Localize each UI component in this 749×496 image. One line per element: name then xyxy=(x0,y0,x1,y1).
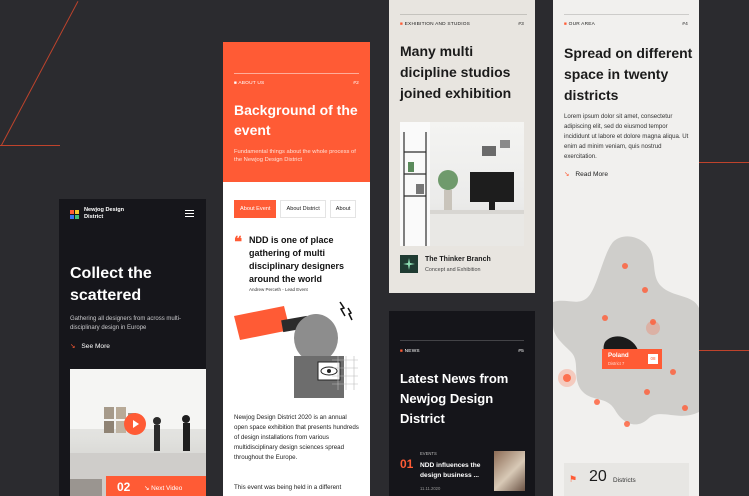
next-video-label: ↘ Next Video xyxy=(144,484,182,492)
quote-text: NDD is one of place gathering of multi d… xyxy=(249,235,345,284)
section-index: #2 xyxy=(353,81,359,86)
europe-map[interactable] xyxy=(553,232,699,442)
studio-name[interactable]: The Thinker Branch xyxy=(425,256,491,263)
see-more-label: See More xyxy=(81,343,110,350)
logo-icon xyxy=(70,209,79,219)
section-label: ■ OUR AREA xyxy=(564,22,595,27)
studio-logo-icon xyxy=(400,255,418,273)
studios-title: Many multi dicipline studios joined exhi… xyxy=(400,43,512,101)
sparkle-icon xyxy=(403,258,415,270)
districts-stat: ⚑ 20 Districts xyxy=(564,463,689,496)
mobile-screen-news: ■ NEWS #5 Latest News from Newjog Design… xyxy=(389,311,535,496)
mobile-screen-studios: ■ EXHIBITION AND STUDIOS #3 Many multi d… xyxy=(389,0,535,293)
map-tooltip-sub: District 7 xyxy=(608,361,625,366)
tab-about[interactable]: About xyxy=(329,200,357,218)
news-item-number: 01 xyxy=(400,457,414,471)
news-item-date: 11.11.2020 xyxy=(420,486,441,491)
mobile-screen-collect: Newjog Design District Collect the scatt… xyxy=(59,199,206,496)
section-label-text: ABOUT US xyxy=(238,81,265,86)
mobile-screen-about: ■ ABOUT US #2 Background of the event Fu… xyxy=(223,42,370,496)
mobile-screen-area: ■ OUR AREA #4 Spread on different space … xyxy=(553,0,699,496)
next-video-text: Next Video xyxy=(151,485,183,492)
quote-block: ❝ NDD is one of place gathering of multi… xyxy=(234,233,362,286)
tab-about-event[interactable]: About Event xyxy=(234,200,277,218)
districts-label: Districts xyxy=(613,477,636,484)
binoculars-illustration xyxy=(234,301,358,398)
next-video-number: 02 xyxy=(117,480,131,494)
about-body: Newjog Design District 2020 is an annual… xyxy=(234,414,359,461)
arrow-down-right-icon: ↘ xyxy=(564,171,570,178)
section-label-text: OUR AREA xyxy=(568,22,596,27)
arrow-down-right-icon: ↘ xyxy=(70,343,76,350)
news-item-thumbnail[interactable] xyxy=(494,451,525,491)
studio-tag: Concept and Exhibition xyxy=(425,267,481,273)
play-icon[interactable] xyxy=(124,413,146,435)
divider xyxy=(400,340,524,341)
read-more-link[interactable]: ↘ Read More xyxy=(564,170,608,178)
area-title: Spread on different space in twenty dist… xyxy=(564,45,693,103)
flag-icon: ⚑ xyxy=(569,474,578,484)
about-title: Background of the event xyxy=(234,102,358,138)
news-item-kicker: EVENTS xyxy=(420,451,437,456)
section-label-text: EXHIBITION AND STUDIOS xyxy=(404,22,471,27)
section-index: #5 xyxy=(518,349,524,354)
news-title: Latest News from Newjog Design District xyxy=(400,371,509,426)
quote-icon: ❝ xyxy=(234,233,243,251)
divider xyxy=(234,73,359,74)
read-more-label: Read More xyxy=(575,171,608,178)
about-header: ■ ABOUT US #2 Background of the event Fu… xyxy=(223,42,370,182)
bg-line-diagonal xyxy=(1,1,79,146)
section-label-text: NEWS xyxy=(404,349,420,354)
studio-photo xyxy=(400,122,524,246)
brand-name: Newjog Design District xyxy=(84,207,125,220)
studio-illustration xyxy=(400,122,524,246)
about-body-continued: This event was being held in a different xyxy=(234,484,342,491)
area-text: Lorem ipsum dolor sit amet, consectetur … xyxy=(564,113,689,160)
section-index: #3 xyxy=(518,22,524,27)
section-label: ■ EXHIBITION AND STUDIOS xyxy=(400,22,470,27)
divider xyxy=(564,14,689,15)
section-index: #4 xyxy=(682,22,688,27)
bg-line-right-low xyxy=(699,350,749,351)
about-tabs: About Event About District About xyxy=(234,200,357,218)
bg-line-horizontal xyxy=(0,145,60,146)
news-item-title[interactable]: NDD influences the design business ... xyxy=(420,461,486,481)
districts-count: 20 xyxy=(589,468,607,485)
hero-title: Collect the scattered xyxy=(70,265,152,304)
hero-subtitle: Gathering all designers from across mult… xyxy=(70,316,182,331)
tab-about-district[interactable]: About District xyxy=(280,200,326,218)
bg-line-right xyxy=(699,162,749,163)
map-tooltip-name: Poland xyxy=(608,352,629,359)
about-subtitle: Fundamental things about the whole proce… xyxy=(234,149,356,163)
see-more-link[interactable]: ↘ See More xyxy=(70,342,110,350)
section-label: ■ ABOUT US xyxy=(234,81,264,86)
quote-author: Andrew Perceth - Lead Event xyxy=(249,287,308,292)
brand-logo[interactable]: Newjog Design District xyxy=(70,207,134,221)
section-label: ■ NEWS xyxy=(400,349,420,354)
map-tooltip-poland[interactable]: Poland District 7 08 xyxy=(602,349,662,369)
next-video-button[interactable]: 02 ↘ Next Video xyxy=(106,476,206,496)
map-tooltip-badge: 08 xyxy=(648,354,658,364)
hamburger-icon[interactable] xyxy=(185,210,194,219)
divider xyxy=(400,14,527,15)
